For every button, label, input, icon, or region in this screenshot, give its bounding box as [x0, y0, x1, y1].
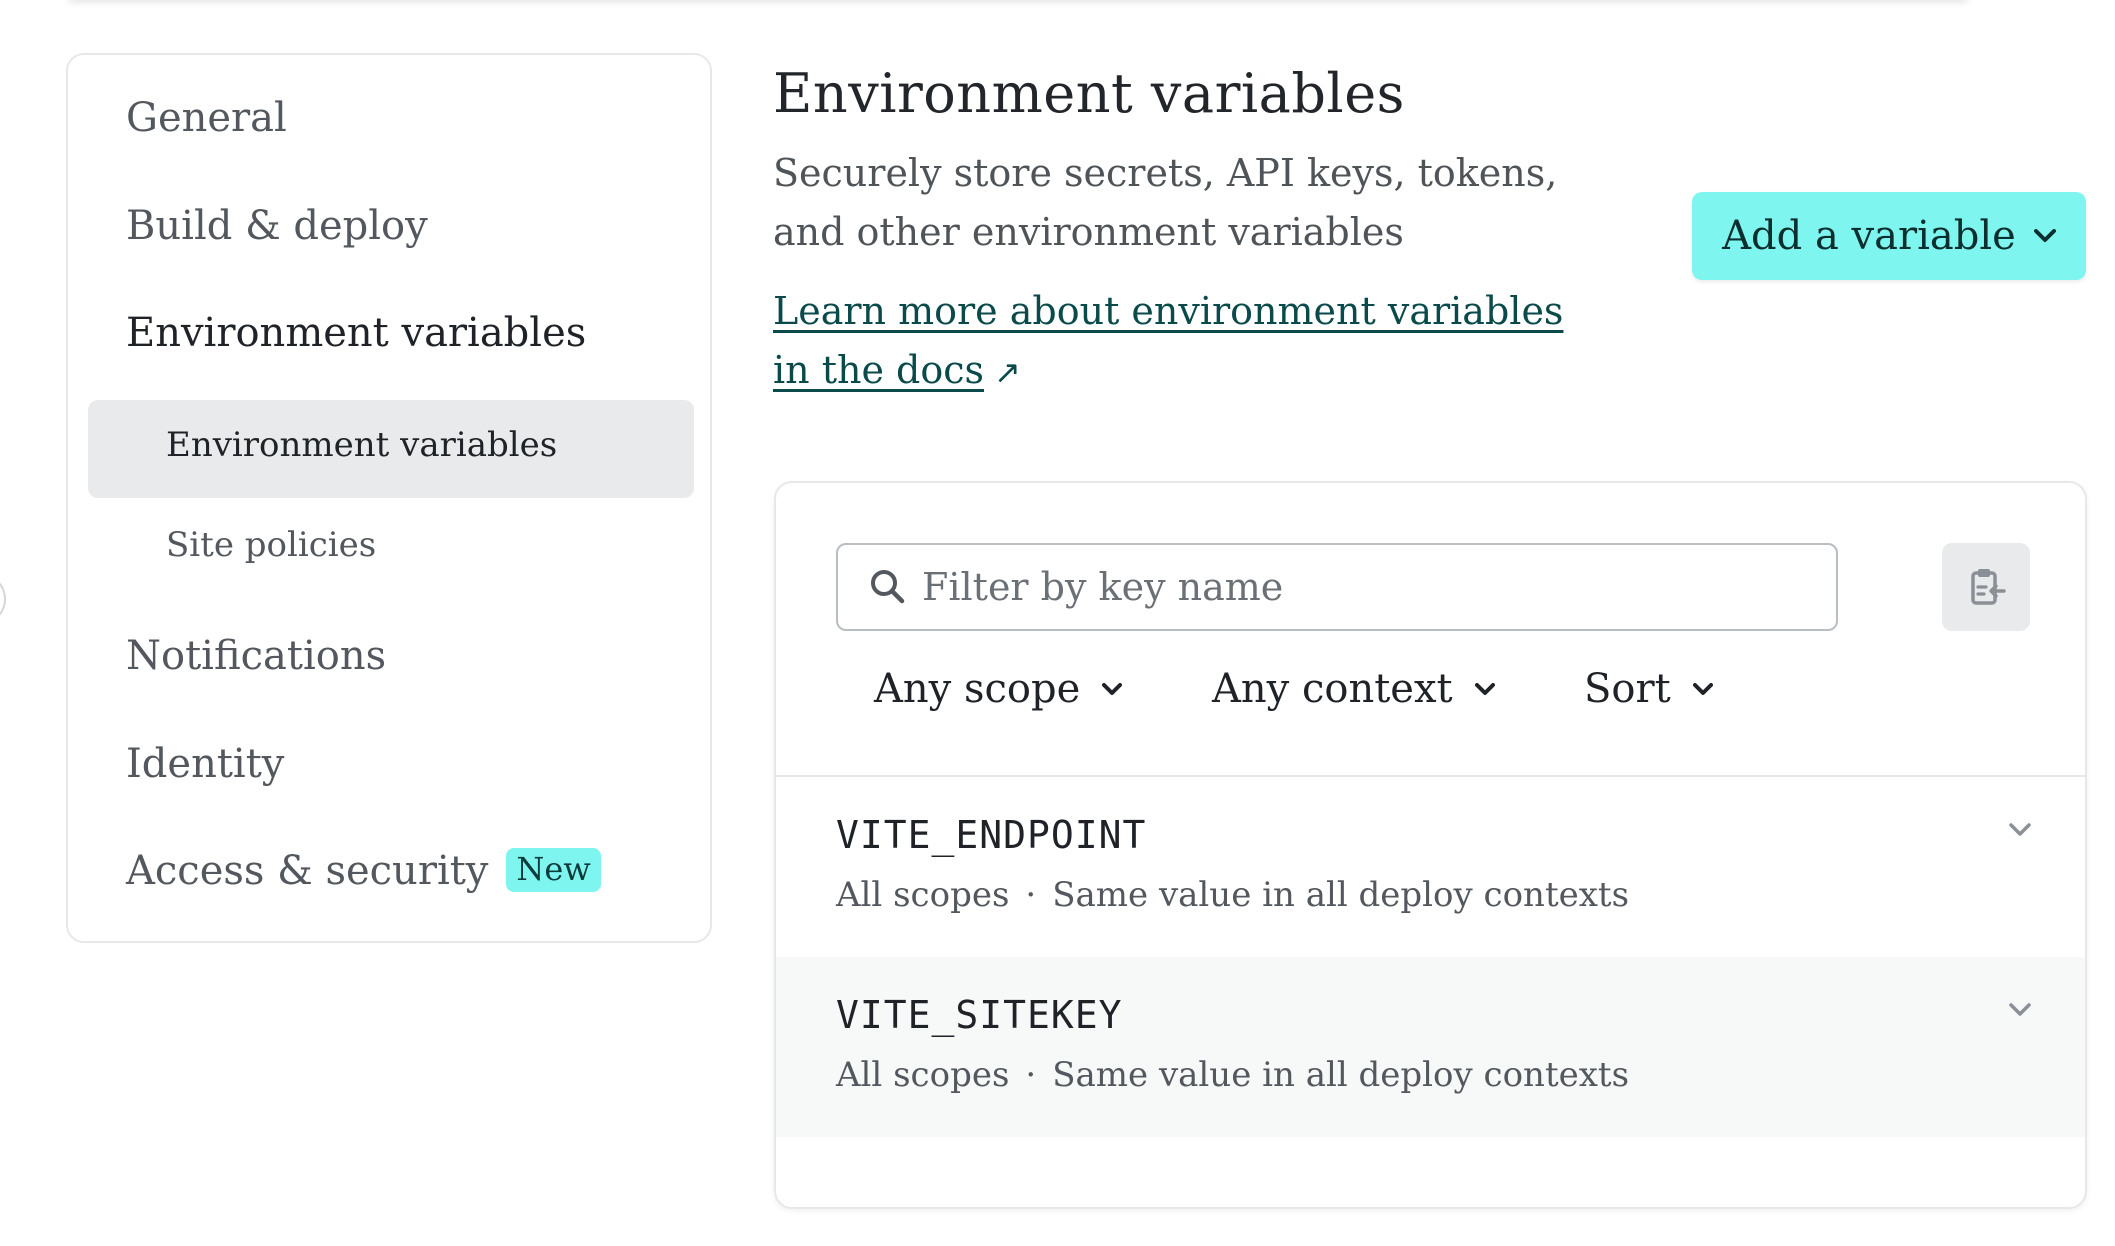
search-box[interactable]	[836, 543, 1838, 631]
variable-row[interactable]: VITE_ENDPOINT All scopes · Same value in a…	[776, 777, 2085, 957]
add-variable-button[interactable]: Add a variable	[1692, 192, 2086, 280]
add-variable-label: Add a variable	[1722, 213, 2016, 259]
sidebar-item-notifications[interactable]: Notifications	[126, 633, 386, 679]
variable-contexts: Same value in all deploy contexts	[1052, 875, 1630, 915]
docs-link-text: Learn more about environment variables i…	[773, 289, 1564, 392]
page-description: Securely store secrets, API keys, tokens…	[773, 151, 1558, 254]
page-title: Environment variables	[773, 62, 1405, 125]
import-from-env-button[interactable]	[1942, 543, 2030, 631]
chevron-down-icon	[1474, 682, 1495, 695]
sidebar-item-label: General	[126, 95, 287, 141]
sidebar-subitem-label: Site policies	[166, 525, 377, 565]
sidebar-item-access-security[interactable]: Access & security New	[126, 848, 601, 894]
sidebar-item-label: Access & security	[126, 848, 489, 894]
variable-contexts: Same value in all deploy contexts	[1052, 1055, 1630, 1095]
clipboard-import-icon	[1971, 569, 2006, 605]
variable-scopes: All scopes	[836, 1055, 1010, 1095]
edge-handle	[0, 578, 6, 620]
sidebar-item-label: Environment variables	[126, 310, 587, 356]
context-filter[interactable]: Any context	[1212, 666, 1495, 712]
variable-meta: All scopes · Same value in all deploy cont…	[836, 1055, 1629, 1095]
variables-card: Any scope Any context Sort VITE_ENDPOINT…	[774, 481, 2087, 1209]
scope-filter[interactable]: Any scope	[874, 666, 1123, 712]
scope-filter-label: Any scope	[874, 666, 1081, 712]
chevron-down-icon	[1102, 682, 1123, 695]
sort-filter-label: Sort	[1584, 666, 1671, 712]
meta-separator: ·	[1025, 875, 1037, 915]
chevron-down-icon[interactable]	[2009, 1003, 2031, 1017]
variable-key: VITE_SITEKEY	[836, 993, 1123, 1037]
meta-separator: ·	[1025, 1055, 1037, 1095]
search-icon	[871, 570, 905, 604]
sidebar-item-general[interactable]: General	[126, 95, 287, 141]
sort-filter[interactable]: Sort	[1584, 666, 1713, 712]
settings-sidebar: General Build & deploy Environment varia…	[66, 53, 712, 943]
sidebar-item-label: Identity	[126, 741, 285, 787]
chevron-down-icon	[1692, 682, 1713, 695]
context-filter-label: Any context	[1212, 666, 1453, 712]
sidebar-item-label: Build & deploy	[126, 203, 428, 249]
new-badge: New	[506, 848, 601, 892]
sidebar-item-build-deploy[interactable]: Build & deploy	[126, 203, 428, 249]
variable-meta: All scopes · Same value in all deploy cont…	[836, 875, 1629, 915]
external-link-icon: ↗	[994, 353, 1021, 391]
chevron-down-icon	[2033, 229, 2056, 242]
variable-scopes: All scopes	[836, 875, 1010, 915]
chevron-down-icon[interactable]	[2009, 823, 2031, 837]
variable-row[interactable]: VITE_SITEKEY All scopes · Same value in al…	[776, 957, 2085, 1137]
search-input[interactable]	[922, 565, 1822, 609]
sidebar-item-environment-variables[interactable]: Environment variables	[126, 310, 586, 356]
sidebar-subitem-label: Environment variables	[166, 425, 558, 465]
sidebar-subitem-site-policies[interactable]: Site policies	[166, 525, 376, 565]
variable-key: VITE_ENDPOINT	[836, 813, 1147, 857]
docs-link[interactable]: Learn more about environment variables i…	[773, 282, 1593, 402]
sidebar-item-label: Notifications	[126, 633, 387, 679]
sidebar-subitem-environment-variables[interactable]: Environment variables	[88, 400, 694, 498]
sidebar-item-identity[interactable]: Identity	[126, 741, 284, 787]
